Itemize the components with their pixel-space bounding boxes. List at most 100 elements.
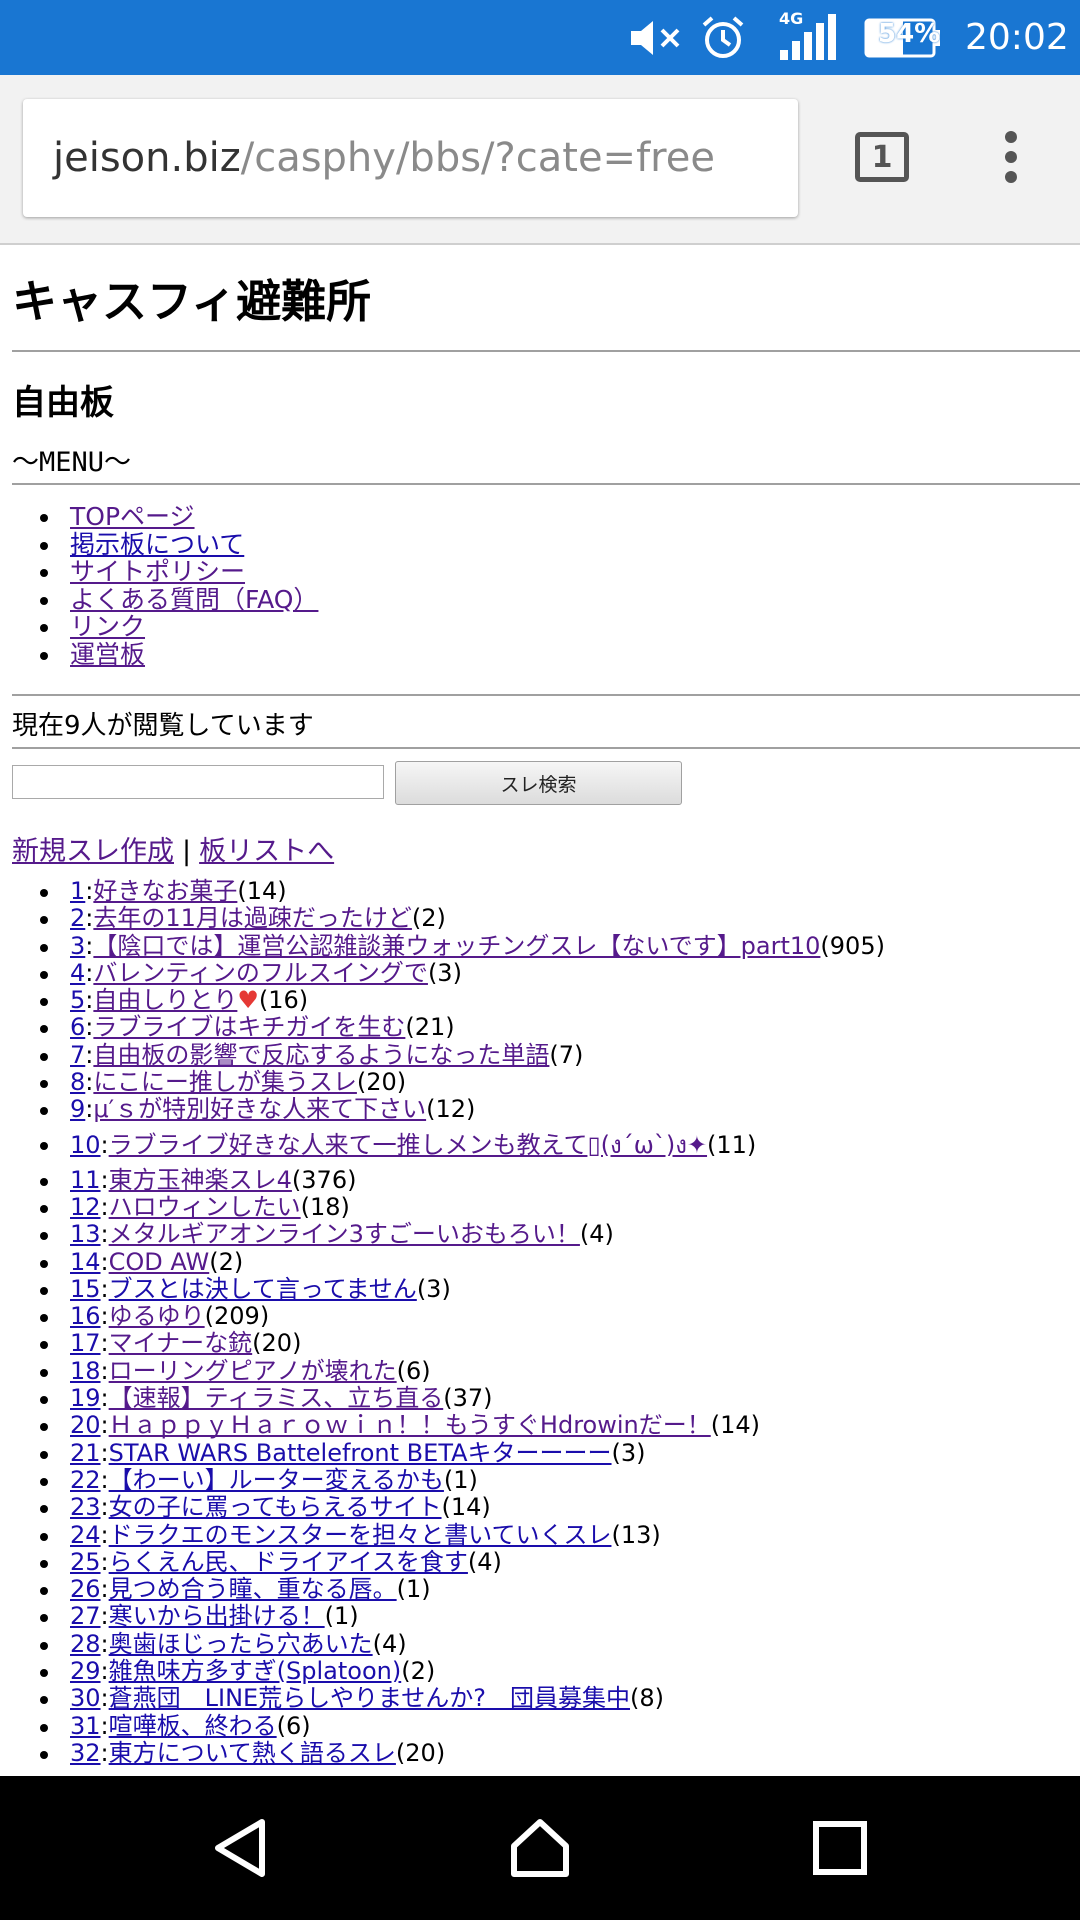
- thread-number-link[interactable]: 30: [70, 1684, 101, 1712]
- thread-title-link[interactable]: COD AW: [109, 1248, 210, 1276]
- thread-number-link[interactable]: 22: [70, 1466, 101, 1494]
- list-item: 20:ＨａｐｐｙＨａｒｏｗｉｎ！！もうすぐHdrowinだー！(14): [12, 1412, 1080, 1439]
- emoticon-link: ▯(ง´ω`)ง✦: [587, 1130, 708, 1159]
- thread-number-link[interactable]: 20: [70, 1411, 101, 1439]
- thread-title-link[interactable]: 蒼燕団 LINE荒らしやりませんか? 団員募集中: [109, 1684, 630, 1712]
- thread-number-link[interactable]: 16: [70, 1302, 101, 1330]
- thread-title-link[interactable]: 雑魚味方多すぎ(Splatoon): [109, 1657, 402, 1685]
- reply-count: (1): [443, 1465, 478, 1494]
- thread-number-link[interactable]: 9: [70, 1095, 85, 1123]
- thread-title-link[interactable]: ラブライブ好きな人来て一推しメンも教えて: [109, 1131, 588, 1159]
- thread-number-link[interactable]: 13: [70, 1220, 101, 1248]
- thread-number-link[interactable]: 3: [70, 932, 85, 960]
- thread-number-link[interactable]: 7: [70, 1041, 85, 1069]
- thread-number-link[interactable]: 28: [70, 1630, 101, 1658]
- thread-number-link[interactable]: 17: [70, 1329, 101, 1357]
- thread-title-link[interactable]: 喧嘩板、終わる: [109, 1712, 277, 1740]
- divider: [12, 747, 1080, 749]
- nav-item-top: TOPページ: [12, 503, 318, 531]
- nav-item-links: リンク: [12, 613, 318, 641]
- home-icon[interactable]: [480, 1776, 600, 1920]
- list-item: 8:にこにー推しが集うスレ(20): [12, 1068, 1080, 1097]
- thread-title-link[interactable]: μ′ｓが特別好きな人来て下さい: [93, 1095, 426, 1123]
- nav-link-links[interactable]: リンク: [70, 612, 145, 641]
- thread-title-link[interactable]: ローリングピアノが壊れた: [109, 1357, 397, 1385]
- thread-number-link[interactable]: 24: [70, 1521, 101, 1549]
- thread-title-link[interactable]: らくえん民、ドライアイスを食す: [109, 1548, 468, 1576]
- thread-title-link[interactable]: 東方について熱く語るスレ: [109, 1739, 396, 1767]
- thread-title-link[interactable]: 自由板の影響で反応するようになった単語: [93, 1041, 549, 1069]
- thread-number-link[interactable]: 11: [70, 1166, 101, 1194]
- thread-number-link[interactable]: 29: [70, 1657, 101, 1685]
- thread-title-link[interactable]: 【わーい】ルーター変えるかも: [109, 1466, 444, 1494]
- thread-number-link[interactable]: 23: [70, 1493, 101, 1521]
- recents-icon[interactable]: [780, 1776, 900, 1920]
- thread-title-link[interactable]: ゆるゆり: [109, 1302, 205, 1330]
- thread-number-link[interactable]: 27: [70, 1602, 101, 1630]
- nav-item-admin-board: 運営板: [12, 640, 318, 669]
- reply-count: (20): [356, 1068, 407, 1097]
- thread-title-link[interactable]: 見つめ合う瞳、重なる唇。: [109, 1575, 397, 1603]
- reply-count: (905): [820, 931, 885, 960]
- thread-number-link[interactable]: 31: [70, 1712, 101, 1740]
- thread-number-link[interactable]: 26: [70, 1575, 101, 1603]
- thread-title-link[interactable]: 自由しりとり: [93, 986, 237, 1014]
- thread-number-link[interactable]: 18: [70, 1357, 101, 1385]
- thread-number-link[interactable]: 2: [70, 904, 85, 932]
- nav-link-faq[interactable]: よくある質問（FAQ）: [70, 585, 318, 614]
- thread-number-link[interactable]: 14: [70, 1248, 101, 1276]
- nav-link-admin-board[interactable]: 運営板: [70, 640, 145, 669]
- nav-item-about: 掲示板について: [12, 530, 318, 559]
- thread-title-link[interactable]: マイナーな銃: [109, 1329, 253, 1357]
- thread-title-link[interactable]: 女の子に罵ってもらえるサイト: [109, 1493, 442, 1521]
- reply-count: (209): [204, 1302, 270, 1331]
- tab-switcher-button[interactable]: 1: [855, 132, 909, 182]
- thread-number-link[interactable]: 12: [70, 1193, 101, 1221]
- thread-title-link[interactable]: ラブライブはキチガイを生む: [93, 1013, 405, 1041]
- thread-number-link[interactable]: 1: [70, 877, 85, 905]
- thread-number-link[interactable]: 6: [70, 1013, 85, 1041]
- url-bar[interactable]: jeison.biz/casphy/bbs/?cate=free: [23, 99, 798, 217]
- thread-title-link[interactable]: 奥歯ほじったら穴あいた: [109, 1630, 373, 1658]
- reply-count: (12): [426, 1095, 476, 1124]
- list-item: 7:自由板の影響で反応するようになった単語(7): [12, 1041, 1080, 1069]
- thread-number-link[interactable]: 10: [70, 1131, 101, 1159]
- reply-count: (14): [710, 1411, 760, 1440]
- thread-title-link[interactable]: 好きなお菓子: [93, 877, 237, 905]
- thread-number-link[interactable]: 32: [70, 1739, 101, 1767]
- thread-number-link[interactable]: 5: [70, 986, 85, 1014]
- board-list-link[interactable]: 板リストへ: [199, 836, 334, 867]
- thread-number-link[interactable]: 8: [70, 1068, 85, 1096]
- list-item: 28:奥歯ほじったら穴あいた(4): [12, 1630, 1080, 1658]
- new-thread-link[interactable]: 新規スレ作成: [12, 836, 174, 867]
- thread-title-link[interactable]: ブスとは決して言ってません: [109, 1275, 417, 1303]
- nav-link-policy[interactable]: サイトポリシー: [70, 557, 245, 586]
- overflow-menu-icon[interactable]: [1000, 131, 1022, 187]
- thread-number-link[interactable]: 25: [70, 1548, 101, 1576]
- thread-title-link[interactable]: 去年の11月は過疎だったけど: [93, 904, 412, 932]
- thread-title-link[interactable]: 寒いから出掛ける！: [109, 1602, 325, 1630]
- thread-title-link[interactable]: 【速報】ティラミス、立ち直る: [109, 1384, 444, 1412]
- thread-title-link[interactable]: にこにー推しが集うスレ: [93, 1068, 357, 1096]
- thread-title-link[interactable]: メタルギアオンライン3すごーいおもろい！: [109, 1220, 580, 1248]
- thread-number-link[interactable]: 21: [70, 1439, 101, 1467]
- alarm-icon: [700, 0, 746, 75]
- reply-count: (6): [396, 1356, 431, 1385]
- thread-number-link[interactable]: 15: [70, 1275, 101, 1303]
- thread-search-input[interactable]: [12, 765, 384, 799]
- thread-title-link[interactable]: ＨａｐｐｙＨａｒｏｗｉｎ！！もうすぐHdrowinだー！: [109, 1411, 711, 1439]
- thread-number-link[interactable]: 4: [70, 959, 85, 987]
- nav-link-top[interactable]: TOPページ: [70, 502, 195, 531]
- thread-number-link[interactable]: 19: [70, 1384, 101, 1412]
- thread-title-link[interactable]: ハロウィンしたい: [109, 1193, 301, 1221]
- thread-search-button[interactable]: スレ検索: [395, 761, 682, 805]
- thread-title-link[interactable]: バレンティンのフルスイングで: [93, 959, 428, 987]
- thread-title-link[interactable]: 【陰口では】運営公認雑談兼ウォッチングスレ【ないです】part10: [93, 932, 820, 960]
- back-icon[interactable]: [180, 1776, 300, 1920]
- thread-title-link[interactable]: ドラクエのモンスターを担々と書いていくスレ: [109, 1521, 612, 1549]
- nav-link-about[interactable]: 掲示板について: [70, 530, 244, 559]
- list-item: 29:雑魚味方多すぎ(Splatoon)(2): [12, 1657, 1080, 1685]
- thread-title-link[interactable]: 東方玉神楽スレ4: [109, 1166, 292, 1194]
- clock: 20:02: [965, 17, 1069, 58]
- thread-title-link[interactable]: STAR WARS Battelefront BETAキターーーー: [109, 1439, 612, 1467]
